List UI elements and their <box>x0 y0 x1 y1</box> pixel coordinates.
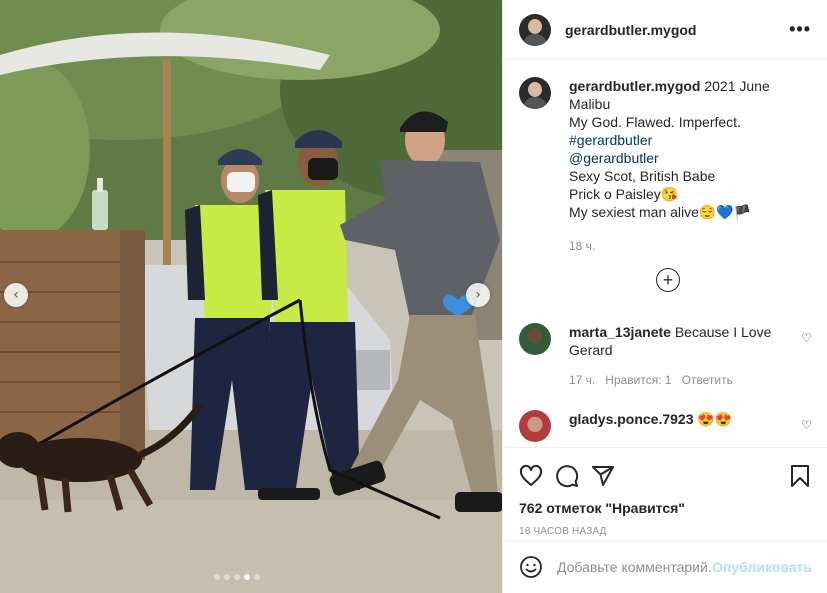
comment-bubble-icon[interactable] <box>555 464 579 488</box>
photo-illustration <box>0 0 502 593</box>
post-photo[interactable]: ‹ › <box>0 0 502 593</box>
add-comment-bar: Опубликовать <box>503 540 827 593</box>
commenter-username[interactable]: marta_13janete <box>569 324 671 340</box>
emoji-smiley-icon[interactable] <box>519 555 543 579</box>
previous-photo-button[interactable]: ‹ <box>4 283 28 307</box>
post-actions: 762 отметок "Нравится" 18 ЧАСОВ НАЗАД <box>503 447 827 537</box>
caption-author-avatar[interactable] <box>519 77 551 109</box>
caption-line: Prick o Paisley😘 <box>569 186 679 202</box>
comment-likes[interactable]: Нравится: 1 <box>605 371 671 389</box>
comment-item: gladys.ponce.7923 😍😍 ♡ <box>519 410 812 442</box>
caption: gerardbutler.mygod 2021 June Malibu My G… <box>519 77 812 255</box>
author-username[interactable]: gerardbutler.mygod <box>565 22 789 38</box>
more-options-icon[interactable]: ••• <box>789 19 811 40</box>
post-side-panel: gerardbutler.mygod ••• gerardbutler.mygo… <box>502 0 827 593</box>
caption-line: My sexiest man alive😌💙🏴 <box>569 204 752 220</box>
action-icons-row <box>519 456 812 496</box>
caption-username[interactable]: gerardbutler.mygod <box>569 78 700 94</box>
share-paper-plane-icon[interactable] <box>591 464 615 488</box>
commenter-avatar[interactable] <box>519 323 551 355</box>
comment-text: 😍😍 <box>697 411 733 427</box>
publish-comment-button[interactable]: Опубликовать <box>712 559 812 575</box>
next-photo-button[interactable]: › <box>466 283 490 307</box>
comment-meta: 17 ч. Нравится: 1 Ответить <box>569 371 812 389</box>
commenter-avatar[interactable] <box>519 410 551 442</box>
carousel-dot <box>234 574 240 580</box>
carousel-dot-active <box>244 574 250 580</box>
carousel-dot <box>214 574 220 580</box>
save-bookmark-icon[interactable] <box>788 464 812 488</box>
carousel-dot <box>224 574 230 580</box>
caption-time[interactable]: 18 ч. <box>569 237 812 255</box>
author-avatar[interactable] <box>519 13 551 46</box>
comment-time[interactable]: 17 ч. <box>569 371 595 389</box>
post-timestamp[interactable]: 18 ЧАСОВ НАЗАД <box>519 526 812 537</box>
comments-section: gerardbutler.mygod 2021 June Malibu My G… <box>503 61 827 447</box>
load-more-comments-icon[interactable]: + <box>656 268 680 292</box>
carousel-indicator <box>214 574 260 580</box>
comment-body: gladys.ponce.7923 😍😍 <box>569 410 812 442</box>
caption-line: My God. Flawed. Imperfect. <box>569 114 741 130</box>
caption-mention[interactable]: @gerardbutler <box>569 149 812 167</box>
comment-body: marta_13janete Because I Love Gerard 17 … <box>569 323 812 389</box>
caption-line: Sexy Scot, British Babe <box>569 168 716 184</box>
add-comment-input[interactable] <box>557 559 713 575</box>
likes-count[interactable]: 762 отметок "Нравится" <box>519 500 812 516</box>
instagram-post-window: ‹ › gerardbutler.mygod ••• gerardbutler.… <box>0 0 827 593</box>
comment-like-heart-icon[interactable]: ♡ <box>801 331 812 345</box>
comment-like-heart-icon[interactable]: ♡ <box>801 418 812 432</box>
comment-item: marta_13janete Because I Love Gerard 17 … <box>519 323 812 389</box>
caption-text: gerardbutler.mygod 2021 June Malibu My G… <box>569 77 812 255</box>
comment-reply-button[interactable]: Ответить <box>682 371 733 389</box>
caption-hashtag[interactable]: #gerardbutler <box>569 131 812 149</box>
like-heart-icon[interactable] <box>519 464 543 488</box>
post-header: gerardbutler.mygod ••• <box>503 0 827 60</box>
commenter-username[interactable]: gladys.ponce.7923 <box>569 411 694 427</box>
carousel-dot <box>254 574 260 580</box>
